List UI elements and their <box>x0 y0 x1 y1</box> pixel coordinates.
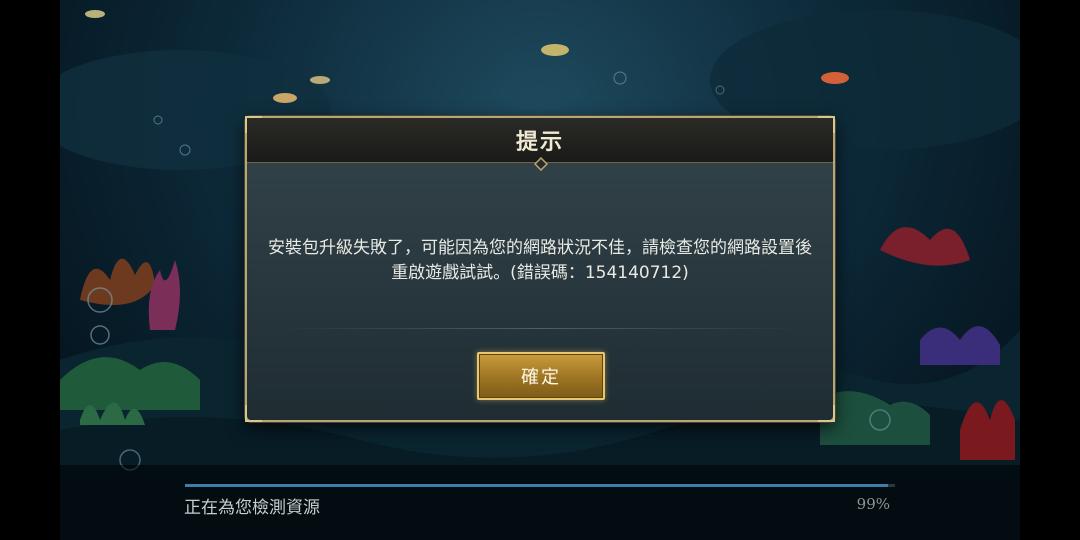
dialog-title: 提示 <box>515 130 564 155</box>
loading-status-text: 正在為您檢測資源 <box>184 498 320 518</box>
loading-progress-bar <box>185 484 895 487</box>
dialog-divider <box>277 328 803 329</box>
letterbox-right <box>1020 0 1080 540</box>
letterbox-left <box>0 0 60 540</box>
dialog-message: 安裝包升級失敗了，可能因為您的網路狀況不佳，請檢查您的網路設置後重啟遊戲試試。(… <box>268 238 812 283</box>
confirm-button-label: 確定 <box>521 367 561 388</box>
confirm-button[interactable]: 確定 <box>477 352 605 400</box>
alert-dialog: 提示 安裝包升級失敗了，可能因為您的網路狀況不佳，請檢查您的網路設置後重啟遊戲試… <box>245 116 835 422</box>
loading-progress-fill <box>185 484 888 487</box>
header-ornament-icon <box>533 156 549 172</box>
corner-ornament-icon <box>245 404 263 422</box>
corner-ornament-icon <box>817 116 835 134</box>
corner-ornament-icon <box>245 116 263 134</box>
corner-ornament-icon <box>817 404 835 422</box>
loading-percent: 99% <box>856 495 890 513</box>
